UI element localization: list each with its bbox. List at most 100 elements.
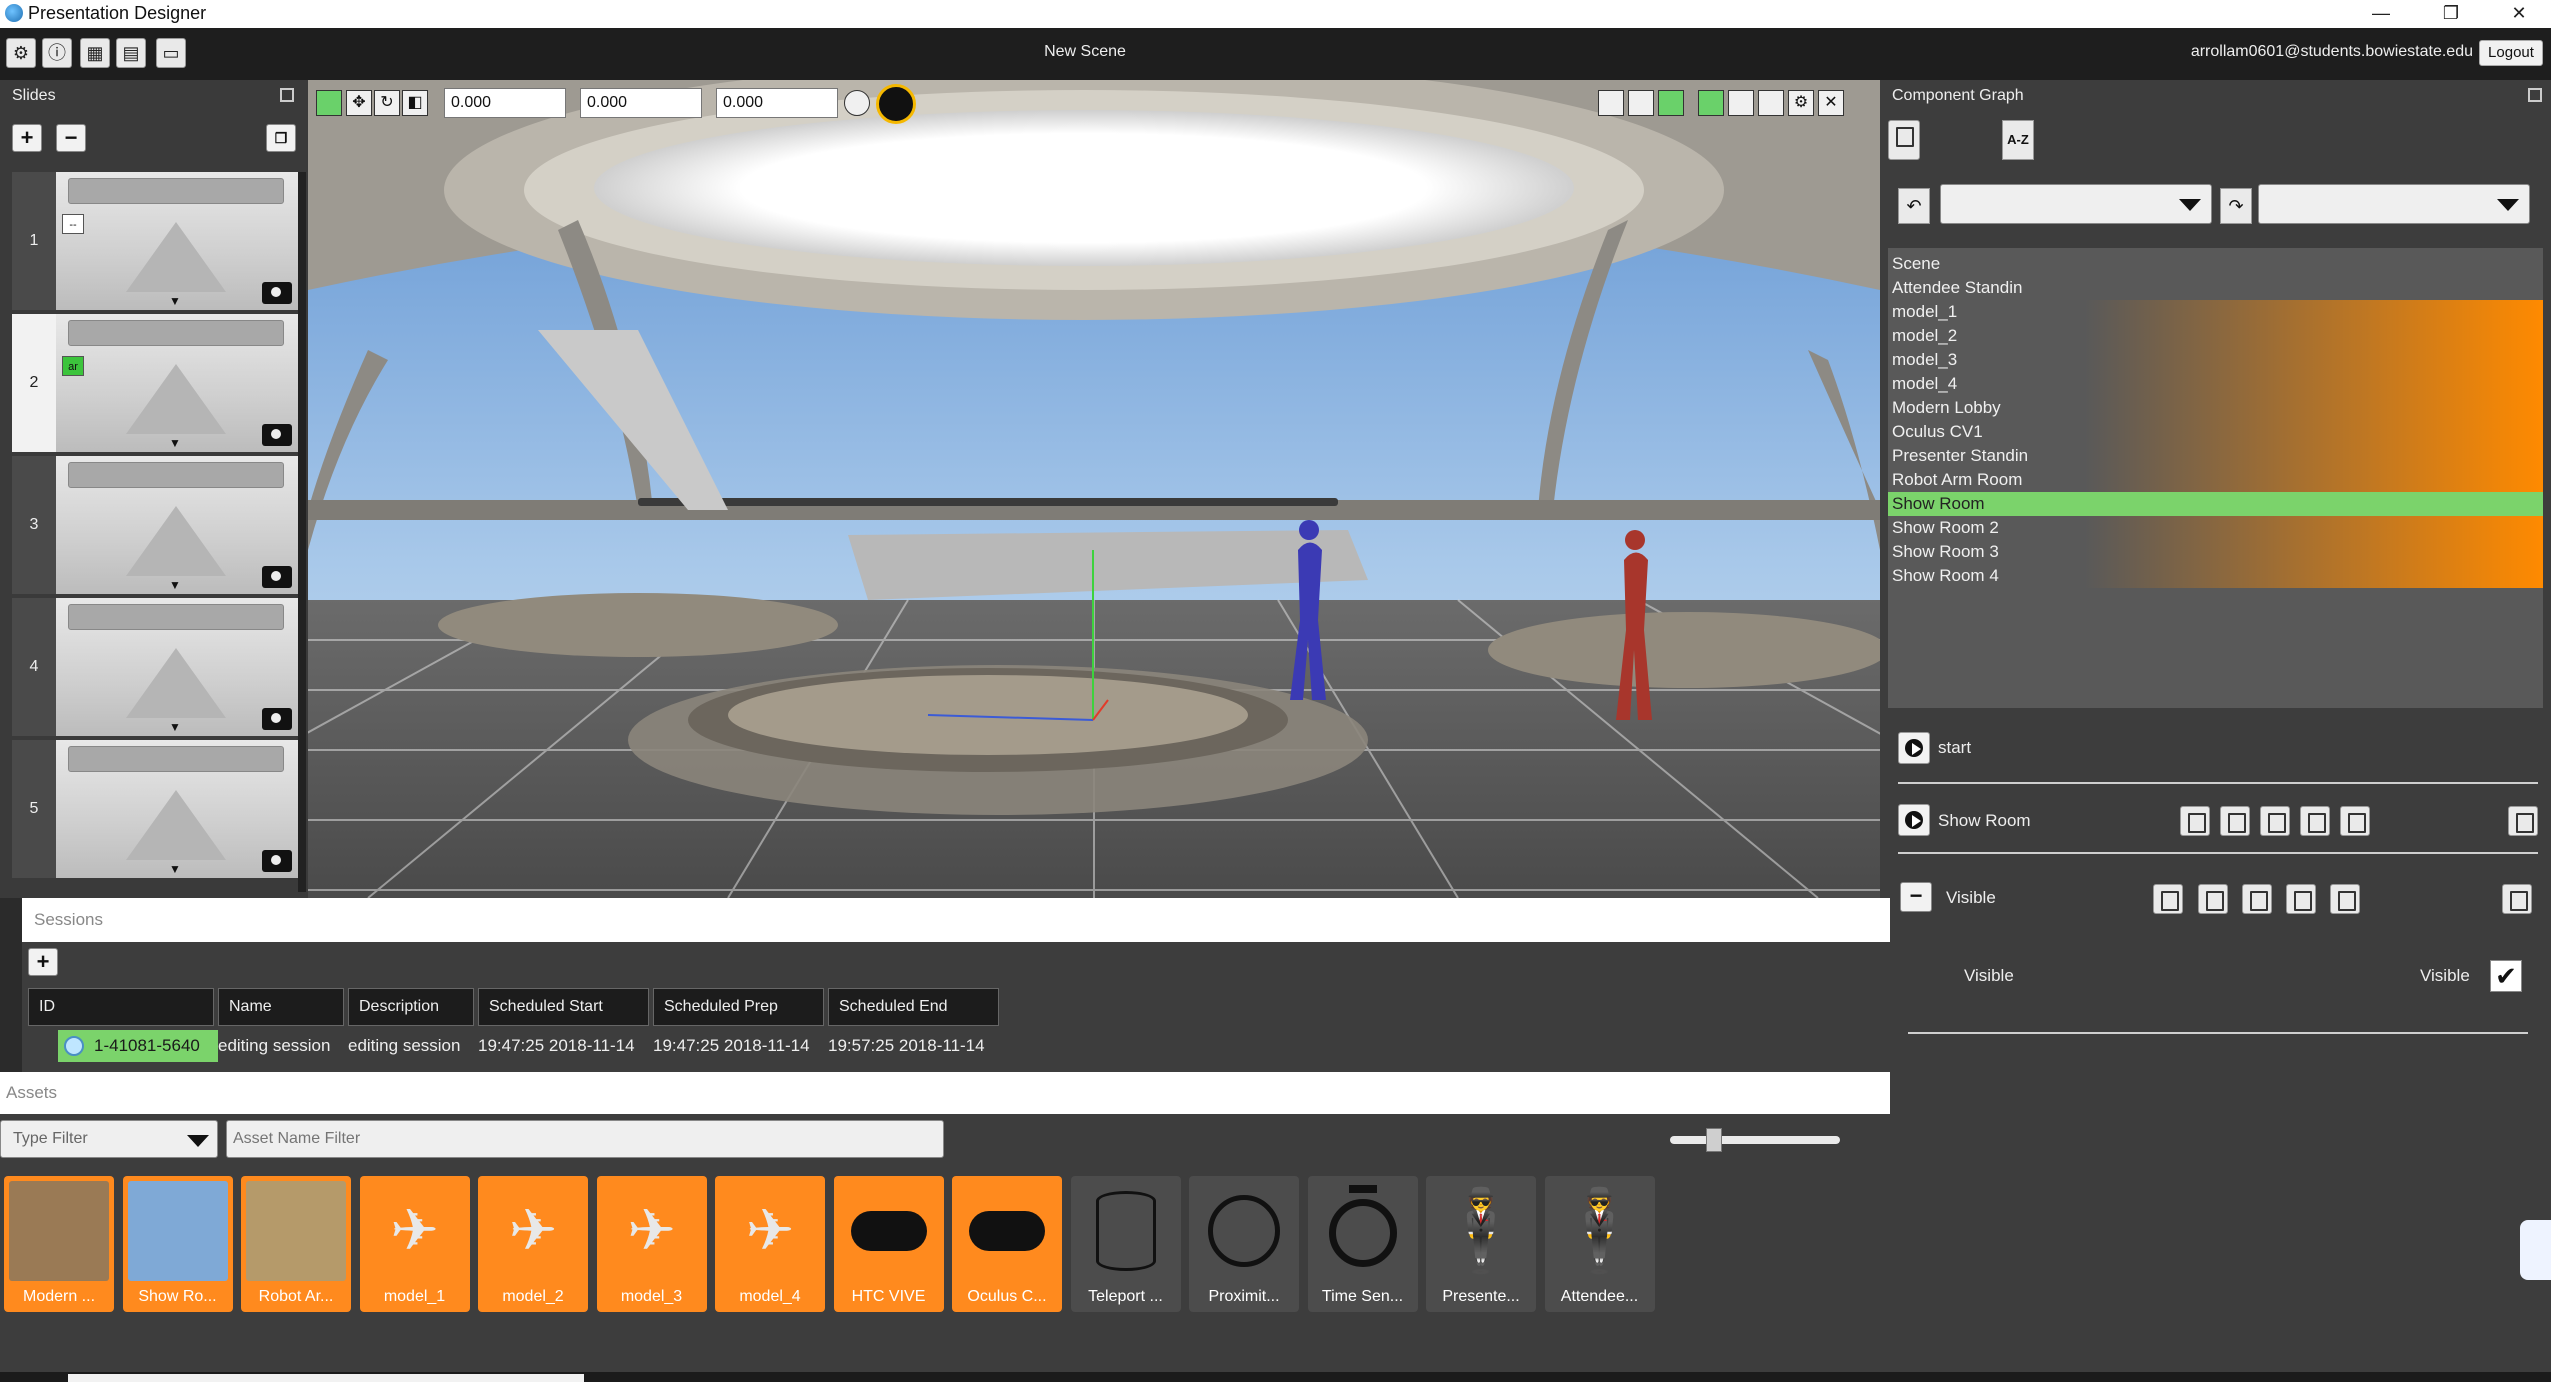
redo-history-dropdown[interactable] [2258,184,2530,224]
chevron-down-icon[interactable]: ▼ [169,862,181,876]
session-cell-description[interactable]: editing session [348,1030,460,1062]
settings-gear-icon[interactable]: ⚙ [6,38,36,68]
minimize-button[interactable]: — [2346,0,2416,28]
remove-slide-button[interactable]: − [56,124,86,152]
column-header[interactable]: Scheduled Start [478,988,649,1026]
node-action-3-icon[interactable] [2260,806,2290,836]
horizontal-scrollbar[interactable] [68,1374,584,1382]
asset-tile[interactable]: Show Ro... [122,1176,233,1312]
asset-tile[interactable]: ✈ model_2 [478,1176,588,1312]
undock-icon[interactable] [2528,88,2542,102]
slides-scrollbar[interactable] [298,172,306,892]
collapse-component-button[interactable]: − [1900,882,1932,912]
info-icon[interactable]: ⓘ [42,38,72,68]
slide-title-bar[interactable] [68,462,284,488]
move-tool-icon[interactable]: ✥ [346,90,372,116]
component-item[interactable]: Show Room 3 [1888,540,2543,564]
column-header[interactable]: Scheduled Prep [653,988,824,1026]
component-item[interactable]: Scene [1888,252,2543,276]
type-filter-dropdown[interactable]: Type Filter [0,1120,218,1158]
component-action-2-icon[interactable] [2198,884,2228,914]
compass-icon[interactable] [876,84,916,124]
column-header[interactable]: ID [28,988,214,1026]
asset-tile[interactable]: Teleport ... [1070,1176,1181,1312]
slide-thumbnail[interactable]: -- ▼ [56,172,298,310]
chevron-down-icon[interactable]: ▼ [169,294,181,308]
slide-item[interactable]: 5 ▼ [12,740,298,878]
chevron-down-icon[interactable]: ▼ [169,720,181,734]
rotate-tool-icon[interactable]: ↻ [374,90,400,116]
column-header[interactable]: Name [218,988,344,1026]
undo-icon[interactable]: ↶ [1898,188,1930,224]
slide-item[interactable]: 3 ▼ [12,456,298,594]
asset-name-filter[interactable] [226,1120,944,1158]
component-item[interactable]: Presenter Standin [1888,444,2543,468]
asset-tile[interactable]: 🕴 Attendee... [1544,1176,1655,1312]
component-action-1-icon[interactable] [2153,884,2183,914]
slide-item[interactable]: 2 ar ▼ [12,314,298,452]
graduation-icon[interactable]: ▦ [80,38,110,68]
lock-camera-icon[interactable] [1728,90,1754,116]
logout-button[interactable]: Logout [2479,40,2543,66]
component-action-5-icon[interactable] [2330,884,2360,914]
slide-thumbnail[interactable]: ▼ [56,456,298,594]
session-cell-end[interactable]: 19:57:25 2018-11-14 [828,1030,985,1062]
component-item[interactable]: model_2 [1888,324,2543,348]
component-item[interactable]: Oculus CV1 [1888,420,2543,444]
component-item[interactable]: model_3 [1888,348,2543,372]
component-item[interactable]: Show Room 2 [1888,516,2543,540]
component-item[interactable]: Robot Arm Room [1888,468,2543,492]
slide-title-bar[interactable] [68,320,284,346]
skull-icon[interactable] [1628,90,1654,116]
undock-icon[interactable] [280,88,294,102]
copy-slide-icon[interactable]: ❐ [266,124,296,152]
slide-item[interactable]: 1 -- ▼ [12,172,298,310]
slide-item[interactable]: 4 ▼ [12,598,298,736]
session-cell-name[interactable]: editing session [218,1030,330,1062]
asset-tile[interactable]: HTC VIVE [833,1176,944,1312]
slide-title-bar[interactable] [68,746,284,772]
world-local-icon[interactable] [844,90,870,116]
slide-title-bar[interactable] [68,178,284,204]
asset-tile[interactable]: Modern ... [4,1176,114,1312]
node-delete-icon[interactable] [2508,806,2538,836]
camera-icon[interactable] [262,282,292,304]
camera-icon[interactable] [262,424,292,446]
slide-thumbnail[interactable]: ▼ [56,740,298,878]
x-value-input[interactable] [444,88,566,118]
add-session-button[interactable]: + [28,948,58,976]
asset-tile[interactable]: ✈ model_3 [596,1176,707,1312]
y-value-input[interactable] [580,88,702,118]
close-viewport-icon[interactable]: ✕ [1818,90,1844,116]
book-icon[interactable]: ▤ [116,38,146,68]
side-tab-icon[interactable] [2520,1220,2551,1280]
scale-tool-icon[interactable]: ◧ [402,90,428,116]
select-tool-icon[interactable] [316,90,342,116]
asset-tile[interactable]: Robot Ar... [241,1176,351,1312]
slide-thumbnail[interactable]: ▼ [56,598,298,736]
camera-icon[interactable] [262,708,292,730]
asset-tile[interactable]: 🕴 Presente... [1426,1176,1536,1312]
chevron-down-icon[interactable]: ▼ [169,578,181,592]
component-action-3-icon[interactable] [2242,884,2272,914]
vr-headset-icon[interactable] [1758,90,1784,116]
component-item[interactable]: Show Room 4 [1888,564,2543,588]
component-item[interactable]: Show Room [1888,492,2543,516]
maximize-button[interactable]: ❐ [2416,0,2486,28]
component-item[interactable]: Modern Lobby [1888,396,2543,420]
zoom-slider-handle[interactable] [1706,1128,1722,1152]
component-item[interactable]: model_4 [1888,372,2543,396]
hierarchy-icon[interactable] [1888,120,1920,160]
close-window-button[interactable]: ✕ [2484,0,2551,28]
start-play-button[interactable] [1898,732,1930,764]
node-action-4-icon[interactable] [2300,806,2330,836]
component-action-4-icon[interactable] [2286,884,2316,914]
chevron-down-icon[interactable]: ▼ [169,436,181,450]
tree-icon[interactable] [1698,90,1724,116]
node-play-button[interactable] [1898,804,1930,836]
node-action-1-icon[interactable] [2180,806,2210,836]
session-cell-start[interactable]: 19:47:25 2018-11-14 [478,1030,635,1062]
asset-tile[interactable]: Oculus C... [952,1176,1062,1312]
asset-tile[interactable]: ✈ model_1 [359,1176,470,1312]
node-action-5-icon[interactable] [2340,806,2370,836]
